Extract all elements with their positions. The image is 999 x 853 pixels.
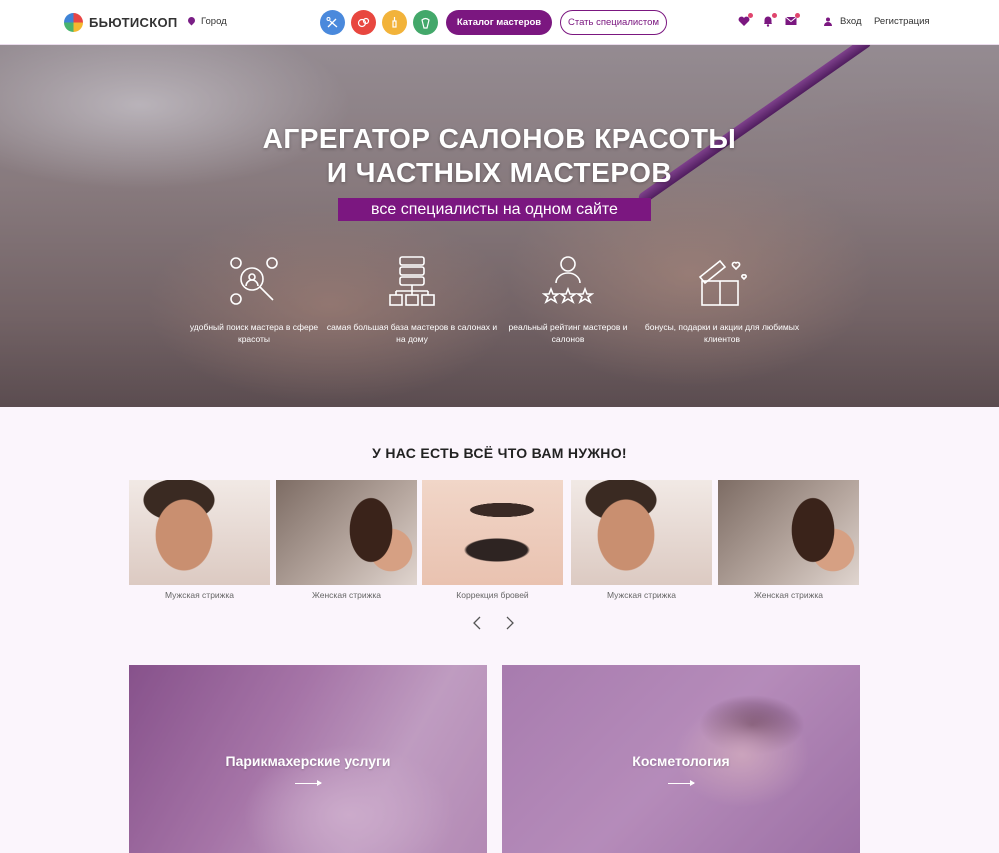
- login-label: Вход: [840, 16, 862, 27]
- category-icons: [320, 10, 438, 35]
- scissors-icon[interactable]: [320, 10, 345, 35]
- bell-icon[interactable]: [761, 13, 777, 28]
- banner-title: Косметология: [632, 753, 730, 769]
- service-thumbnail[interactable]: [422, 480, 563, 585]
- feature-bonus: бонусы, подарки и акции для любимых клие…: [640, 255, 804, 345]
- service-caption[interactable]: Мужская стрижка: [129, 590, 270, 600]
- feature-rating: реальный рейтинг мастеров и салонов: [504, 255, 632, 345]
- brand-name: БЬЮТИСКОП: [89, 15, 178, 30]
- login-link[interactable]: Вход: [824, 16, 862, 27]
- catalog-button[interactable]: Каталог мастеров: [446, 10, 552, 35]
- cosmetology-banner[interactable]: Косметология: [502, 665, 860, 853]
- service-thumbnail[interactable]: [571, 480, 712, 585]
- feature-bonus-text: бонусы, подарки и акции для любимых клие…: [644, 322, 800, 344]
- service-caption[interactable]: Женская стрижка: [276, 590, 417, 600]
- service-caption[interactable]: Коррекция бровей: [422, 590, 563, 600]
- service-caption[interactable]: Женская стрижка: [718, 590, 859, 600]
- arrow-right-icon: [295, 780, 322, 786]
- rating-icon: [542, 256, 594, 304]
- service-thumbnail[interactable]: [718, 480, 859, 585]
- hero-subtitle: все специалисты на одном сайте: [338, 198, 651, 221]
- banner-title: Парикмахерские услуги: [225, 753, 391, 769]
- hero-title-line2: И ЧАСТНЫХ МАСТЕРОВ: [326, 157, 673, 188]
- search-users-icon: [230, 257, 278, 305]
- hero-overlay: [0, 45, 999, 407]
- carousel-next-icon[interactable]: [506, 616, 514, 635]
- hero-title: АГРЕГАТОР САЛОНОВ КРАСОТЫ И ЧАСТНЫХ МАСТ…: [0, 122, 999, 190]
- gift-icon: [698, 259, 747, 306]
- cosmetology-icon[interactable]: [413, 10, 438, 35]
- become-specialist-button[interactable]: Стать специалистом: [560, 10, 667, 35]
- carousel-prev-icon[interactable]: [473, 616, 481, 635]
- database-icon: [389, 256, 435, 306]
- feature-search: удобный поиск мастера в сфере красоты: [186, 255, 322, 345]
- service-thumbnail[interactable]: [129, 480, 270, 585]
- hero-title-line1: АГРЕГАТОР САЛОНОВ КРАСОТЫ: [262, 123, 737, 154]
- notification-dot: [795, 13, 800, 18]
- arrow-right-icon: [668, 780, 695, 786]
- city-label: Город: [201, 16, 227, 27]
- nail-icon[interactable]: [382, 10, 407, 35]
- services-title: У НАС ЕСТЬ ВСЁ ЧТО ВАМ НУЖНО!: [372, 445, 627, 461]
- logo-mark-icon: [64, 13, 83, 32]
- user-icon: [824, 17, 832, 26]
- feature-search-text: удобный поиск мастера в сфере красоты: [189, 322, 319, 344]
- service-caption[interactable]: Мужская стрижка: [571, 590, 712, 600]
- top-header: БЬЮТИСКОП Город Каталог мастеров Стать с…: [0, 0, 999, 45]
- notification-dot: [748, 13, 753, 18]
- service-thumbnail[interactable]: [276, 480, 417, 585]
- mail-icon[interactable]: [784, 13, 800, 28]
- register-link[interactable]: Регистрация: [874, 16, 930, 27]
- favorites-heart-icon[interactable]: [737, 13, 753, 28]
- logo[interactable]: БЬЮТИСКОП: [64, 13, 178, 32]
- hero-banner: АГРЕГАТОР САЛОНОВ КРАСОТЫ И ЧАСТНЫХ МАСТ…: [0, 45, 999, 407]
- makeup-icon[interactable]: [351, 10, 376, 35]
- feature-rating-text: реальный рейтинг мастеров и салонов: [508, 322, 628, 344]
- location-pin-icon: [188, 17, 195, 27]
- city-selector[interactable]: Город: [188, 16, 227, 27]
- hairdressing-banner[interactable]: Парикмахерские услуги: [129, 665, 487, 853]
- feature-database: самая большая база мастеров в салонах и …: [326, 255, 498, 345]
- notification-dot: [772, 13, 777, 18]
- feature-database-text: самая большая база мастеров в салонах и …: [326, 322, 498, 344]
